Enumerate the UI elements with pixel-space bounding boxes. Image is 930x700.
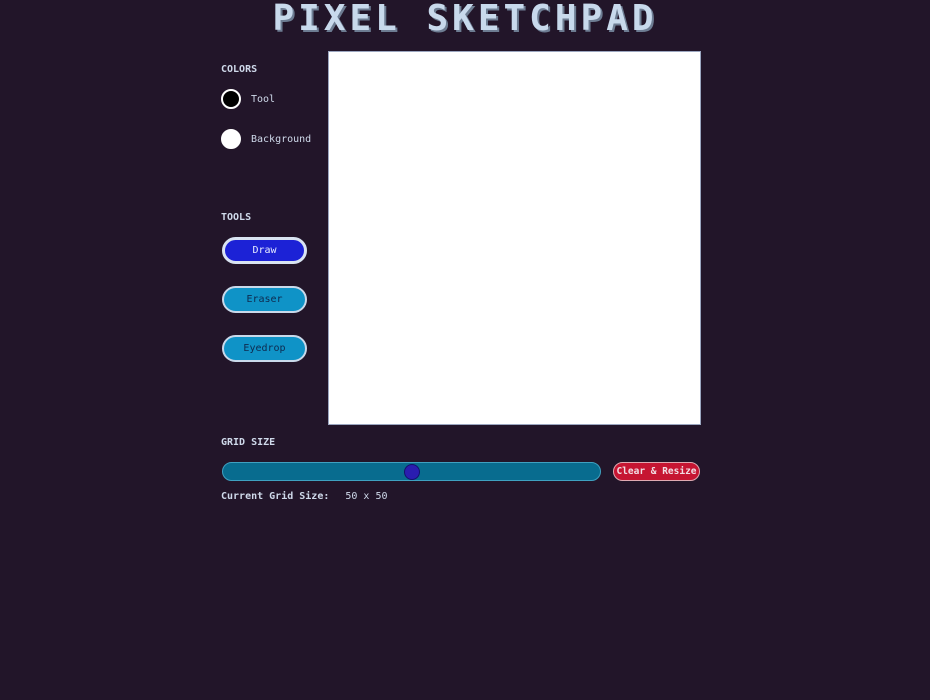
- grid-size-readout-label: Current Grid Size:: [221, 491, 330, 502]
- tool-color-row: Tool: [221, 89, 275, 109]
- grid-size-slider-thumb[interactable]: [403, 464, 420, 480]
- background-color-row: Background: [221, 129, 311, 149]
- eyedrop-tool-button[interactable]: Eyedrop: [222, 335, 307, 362]
- background-color-swatch[interactable]: [221, 129, 241, 149]
- tool-color-swatch[interactable]: [221, 89, 241, 109]
- grid-size-slider[interactable]: [222, 462, 601, 481]
- app-title: PIXEL SKETCHPAD: [272, 0, 658, 39]
- drawing-canvas[interactable]: [328, 51, 701, 425]
- tools-heading: TOOLS: [221, 212, 252, 223]
- colors-heading: COLORS: [221, 64, 258, 75]
- grid-size-readout-value: 50 x 50: [345, 491, 388, 502]
- draw-tool-button[interactable]: Draw: [222, 237, 307, 264]
- eraser-tool-button[interactable]: Eraser: [222, 286, 307, 313]
- clear-resize-button[interactable]: Clear & Resize: [613, 462, 700, 481]
- background-color-label: Background: [251, 133, 312, 145]
- tool-color-label: Tool: [251, 93, 276, 105]
- grid-size-readout: Current Grid Size: 50 x 50: [221, 491, 388, 502]
- app-root: PIXEL SKETCHPAD COLORS Tool Background T…: [0, 0, 930, 700]
- grid-size-heading: GRID SIZE: [221, 437, 276, 448]
